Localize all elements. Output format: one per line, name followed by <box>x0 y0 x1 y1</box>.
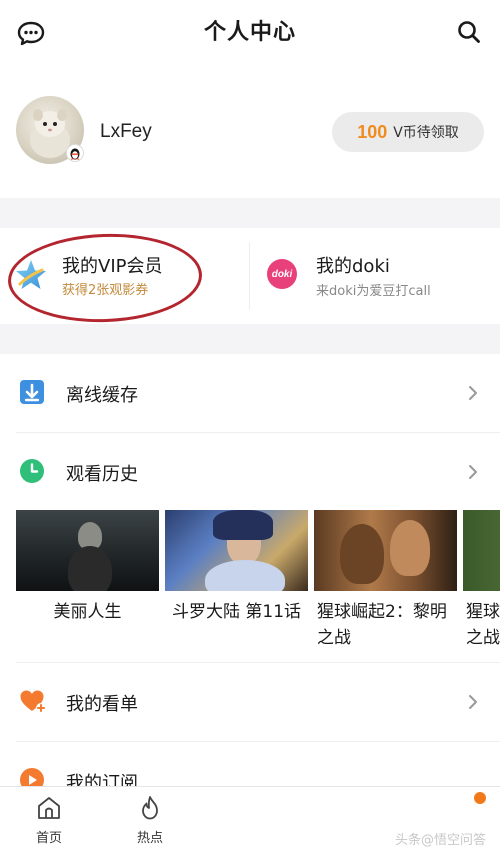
watch-history-row[interactable]: 观看历史 <box>0 433 500 511</box>
subscription-row[interactable]: 我的订阅 <box>0 742 500 786</box>
doki-title: 我的doki <box>316 256 390 277</box>
watchlist-label: 我的看单 <box>66 694 138 715</box>
history-item[interactable]: 猩球崛起2：黎明之战 <box>314 510 457 651</box>
flame-icon <box>137 795 163 825</box>
vip-subtitle: 获得2张观影券 <box>62 283 149 298</box>
watchlist-row[interactable]: 我的看单 <box>0 663 500 741</box>
history-item[interactable]: 斗罗大陆 第11话 <box>165 510 308 625</box>
nav-label: 首页 <box>35 831 62 846</box>
video-thumbnail <box>165 510 308 591</box>
notification-dot <box>474 792 486 804</box>
chevron-right-icon <box>468 464 478 480</box>
play-circle-icon <box>19 767 45 786</box>
offline-cache-label: 离线缓存 <box>66 385 138 406</box>
vcoin-claim-button[interactable]: 100 V币待领取 <box>332 112 484 152</box>
profile-section: LxFey 100 V币待领取 <box>0 70 500 194</box>
vip-star-icon <box>14 258 48 292</box>
nav-item-hot[interactable]: 热点 <box>120 795 180 846</box>
doki-icon: doki <box>267 259 297 289</box>
chevron-right-icon <box>468 385 478 401</box>
heart-plus-icon <box>19 688 46 714</box>
vcoin-amount: 100 <box>357 121 388 142</box>
section-gap <box>0 198 500 228</box>
search-icon[interactable] <box>456 19 482 45</box>
nav-item-home[interactable]: 首页 <box>19 795 79 846</box>
vip-membership-entry[interactable]: 我的VIP会员 获得2张观影券 <box>0 228 250 326</box>
watermark: 头条@悟空问答 <box>395 833 487 848</box>
doki-subtitle: 来doki为爱豆打call <box>316 284 431 299</box>
video-thumbnail <box>314 510 457 591</box>
history-title: 美丽人生 <box>53 602 122 622</box>
username: LxFey <box>100 121 152 142</box>
clock-icon <box>19 458 45 484</box>
vcoin-label: V币待领取 <box>393 125 459 141</box>
history-title: 斗罗大陆 第11话 <box>171 602 302 622</box>
watch-history-label: 观看历史 <box>66 464 138 485</box>
history-strip: 美丽人生 斗罗大陆 第11话 猩球崛起2：黎明之战 猩球崛起3：终极之战 <box>0 510 500 660</box>
vip-title: 我的VIP会员 <box>62 256 163 277</box>
doki-entry[interactable]: doki 我的doki 来doki为爱豆打call <box>250 228 500 324</box>
history-title: 猩球崛起3：终极之战 <box>466 602 500 648</box>
history-item[interactable]: 猩球崛起3：终极之战 <box>463 510 500 651</box>
qq-penguin-icon <box>66 144 84 162</box>
vip-doki-row: 我的VIP会员 获得2张观影券 doki 我的doki 来doki为爱豆打cal… <box>0 228 500 326</box>
history-item[interactable]: 美丽人生 <box>16 510 159 625</box>
nav-label: 热点 <box>136 831 163 846</box>
section-gap <box>0 324 500 354</box>
bottom-nav: 首页 热点 头条@悟空问答 <box>0 786 500 851</box>
subscription-label: 我的订阅 <box>66 773 138 786</box>
video-thumbnail <box>16 510 159 591</box>
video-thumbnail <box>463 510 500 591</box>
chevron-right-icon <box>468 694 478 710</box>
app-header: 个人中心 <box>0 0 500 64</box>
history-title: 猩球崛起2：黎明之战 <box>317 602 447 648</box>
download-icon <box>19 379 45 405</box>
page-title: 个人中心 <box>203 20 296 45</box>
home-icon <box>36 795 62 825</box>
offline-cache-row[interactable]: 离线缓存 <box>0 354 500 432</box>
